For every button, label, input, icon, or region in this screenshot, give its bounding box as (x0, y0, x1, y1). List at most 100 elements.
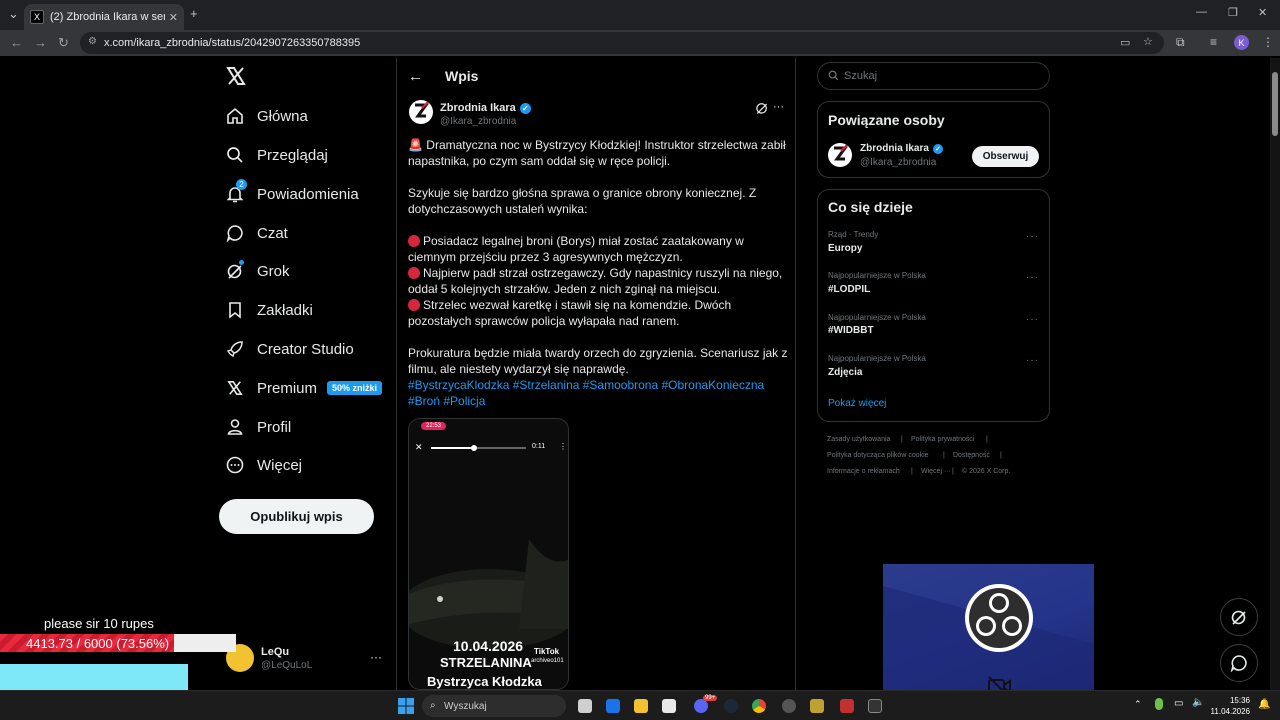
outlook-icon[interactable] (606, 699, 620, 713)
taskbar-search-label: Wyszukaj (444, 700, 487, 712)
trend-menu-icon[interactable]: ··· (1026, 355, 1039, 366)
app-icon[interactable] (782, 699, 796, 713)
seek-fill (431, 447, 474, 449)
brave-icon[interactable] (840, 699, 854, 713)
messages-fab[interactable] (1220, 644, 1258, 682)
verified-badge-icon: ✓ (519, 102, 531, 114)
site-info-icon[interactable]: ⚙ (88, 36, 97, 47)
network-icon[interactable]: ▭ (1174, 698, 1183, 709)
nav-profile[interactable]: Profil (226, 409, 291, 445)
nav-label: Premium (257, 379, 318, 397)
media-icon[interactable]: ≡ (1210, 35, 1217, 49)
nav-premium[interactable]: Premium 50% zniżki (226, 370, 383, 406)
store-icon[interactable] (662, 699, 676, 713)
close-window-button[interactable]: ✕ (1258, 6, 1267, 19)
hashtags[interactable]: #BystrzycaKlodzka #Strzelanina #Samoobro… (408, 377, 788, 409)
forward-arrow-icon[interactable]: → (34, 35, 47, 50)
nav-grok[interactable]: Grok (226, 253, 290, 289)
nav-creator-studio[interactable]: Creator Studio (226, 331, 354, 367)
obs-logo-icon (964, 583, 1034, 653)
footer-more-link[interactable]: Więcej ··· (921, 468, 951, 475)
account-menu-icon[interactable]: ··· (370, 650, 382, 664)
nav-label: Zakładki (257, 301, 313, 319)
install-app-icon[interactable]: ▭ (1120, 36, 1130, 49)
app-icon[interactable] (810, 699, 824, 713)
publish-post-button[interactable]: Opublikuj wpis (219, 499, 374, 534)
trend-menu-icon[interactable]: ··· (1026, 314, 1039, 325)
terminal-icon[interactable] (868, 699, 882, 713)
trend-menu-icon[interactable]: ··· (1026, 231, 1039, 242)
page-scrollbar[interactable] (1270, 58, 1280, 690)
trend-name[interactable]: Europy (828, 243, 862, 254)
url-field[interactable]: ⚙ x.com/ikara_zbrodnia/status/2042907263… (80, 32, 1164, 54)
footer-copyright: © 2026 X Corp. (962, 468, 1011, 475)
discord-icon[interactable] (694, 699, 708, 713)
menu-dots-icon[interactable]: ⋮ (1262, 35, 1274, 49)
notifications-bell-icon[interactable]: 🔔 (1258, 699, 1270, 710)
task-view-icon[interactable] (578, 699, 592, 713)
watermark-user: archiveo101 (531, 658, 564, 664)
taskbar-search[interactable]: ⌕ Wyszukaj (422, 695, 566, 717)
chat-icon (1230, 655, 1247, 672)
new-tab-button[interactable]: + (190, 6, 198, 21)
restore-button[interactable]: ❐ (1228, 6, 1238, 19)
grok-explain-icon[interactable] (755, 101, 769, 115)
nav-bookmarks[interactable]: Zakładki (226, 292, 313, 328)
trend-name[interactable]: Zdjęcia (828, 367, 862, 378)
donation-goal-title: please sir 10 rupes (44, 616, 154, 631)
search-input[interactable]: Szukaj (817, 62, 1050, 90)
trend-menu-icon[interactable]: ··· (1026, 272, 1039, 283)
bookmark-star-icon[interactable]: ☆ (1143, 35, 1153, 48)
post-menu-icon[interactable]: ··· (773, 101, 784, 113)
nav-explore[interactable]: Przeglądaj (226, 137, 328, 173)
chrome-icon[interactable] (752, 699, 766, 713)
video-menu-icon[interactable]: ⋮ (559, 442, 567, 451)
close-icon[interactable]: ✕ (415, 442, 423, 453)
nav-home[interactable]: Główna (226, 98, 308, 134)
footer-privacy-link[interactable]: Polityka prywatności (911, 436, 974, 443)
reload-icon[interactable]: ↻ (58, 35, 69, 51)
nav-chat[interactable]: Czat (226, 215, 288, 251)
footer-cookies-link[interactable]: Polityka dotycząca plików cookie (827, 452, 929, 459)
related-avatar[interactable] (828, 143, 852, 167)
seek-handle[interactable] (470, 445, 477, 451)
trend-name[interactable]: #WIDBBT (828, 325, 874, 336)
trend-name[interactable]: #LODPIL (828, 284, 870, 295)
person-icon (226, 418, 244, 436)
minimize-button[interactable]: — (1196, 6, 1207, 18)
footer-accessibility-link[interactable]: Dostępność (953, 452, 990, 459)
nav-notifications[interactable]: 2 Powiadomienia (226, 176, 359, 212)
related-name-row[interactable]: Zbrodnia Ikara ✓ (860, 143, 943, 154)
profile-avatar[interactable]: K (1234, 35, 1249, 50)
scrollbar-thumb[interactable] (1272, 72, 1278, 136)
microphone-icon[interactable] (1155, 698, 1163, 710)
grok-fab[interactable] (1220, 598, 1258, 636)
browser-tab[interactable]: X (2) Zbrodnia Ikara w serwisie X ✕ (24, 4, 184, 30)
nav-more[interactable]: Więcej (226, 447, 302, 483)
verified-badge-icon: ✓ (932, 143, 943, 154)
search-placeholder: Szukaj (844, 70, 878, 82)
video-player[interactable]: 22:53 ✕ 0:11 ⋮ TikTok archiveo101 10.04.… (408, 418, 569, 690)
follow-button[interactable]: Obserwuj (972, 146, 1039, 167)
author-avatar[interactable] (409, 100, 433, 124)
x-logo-icon[interactable] (226, 66, 246, 88)
video-duration: 0:11 (532, 443, 546, 450)
footer-ads-link[interactable]: Informacje o reklamach (827, 468, 900, 475)
donation-progress-bar: 4413.73 / 6000 (73.56%) (0, 634, 236, 652)
tab-strip: ⌄ X (2) Zbrodnia Ikara w serwisie X ✕ + … (0, 0, 1280, 30)
footer-terms-link[interactable]: Zasady użytkowania (827, 436, 890, 443)
steam-icon[interactable] (724, 699, 738, 713)
video-seekbar[interactable] (431, 445, 526, 451)
tab-search-icon[interactable]: ⌄ (8, 6, 19, 22)
back-arrow-icon[interactable]: ← (408, 68, 423, 85)
extensions-icon[interactable]: ⧉ (1176, 35, 1185, 50)
back-arrow-icon[interactable]: ← (10, 35, 23, 50)
close-tab-icon[interactable]: ✕ (169, 11, 178, 24)
volume-icon[interactable]: 🔈 (1192, 697, 1204, 708)
file-explorer-icon[interactable] (634, 699, 648, 713)
clock[interactable]: 15:36 11.04.2026 (1206, 695, 1250, 717)
show-more-link[interactable]: Pokaż więcej (828, 398, 886, 409)
tray-chevron-icon[interactable]: ⌃ (1134, 699, 1142, 710)
windows-start-icon[interactable] (398, 698, 414, 714)
author-name-row[interactable]: Zbrodnia Ikara ✓ (440, 102, 531, 114)
